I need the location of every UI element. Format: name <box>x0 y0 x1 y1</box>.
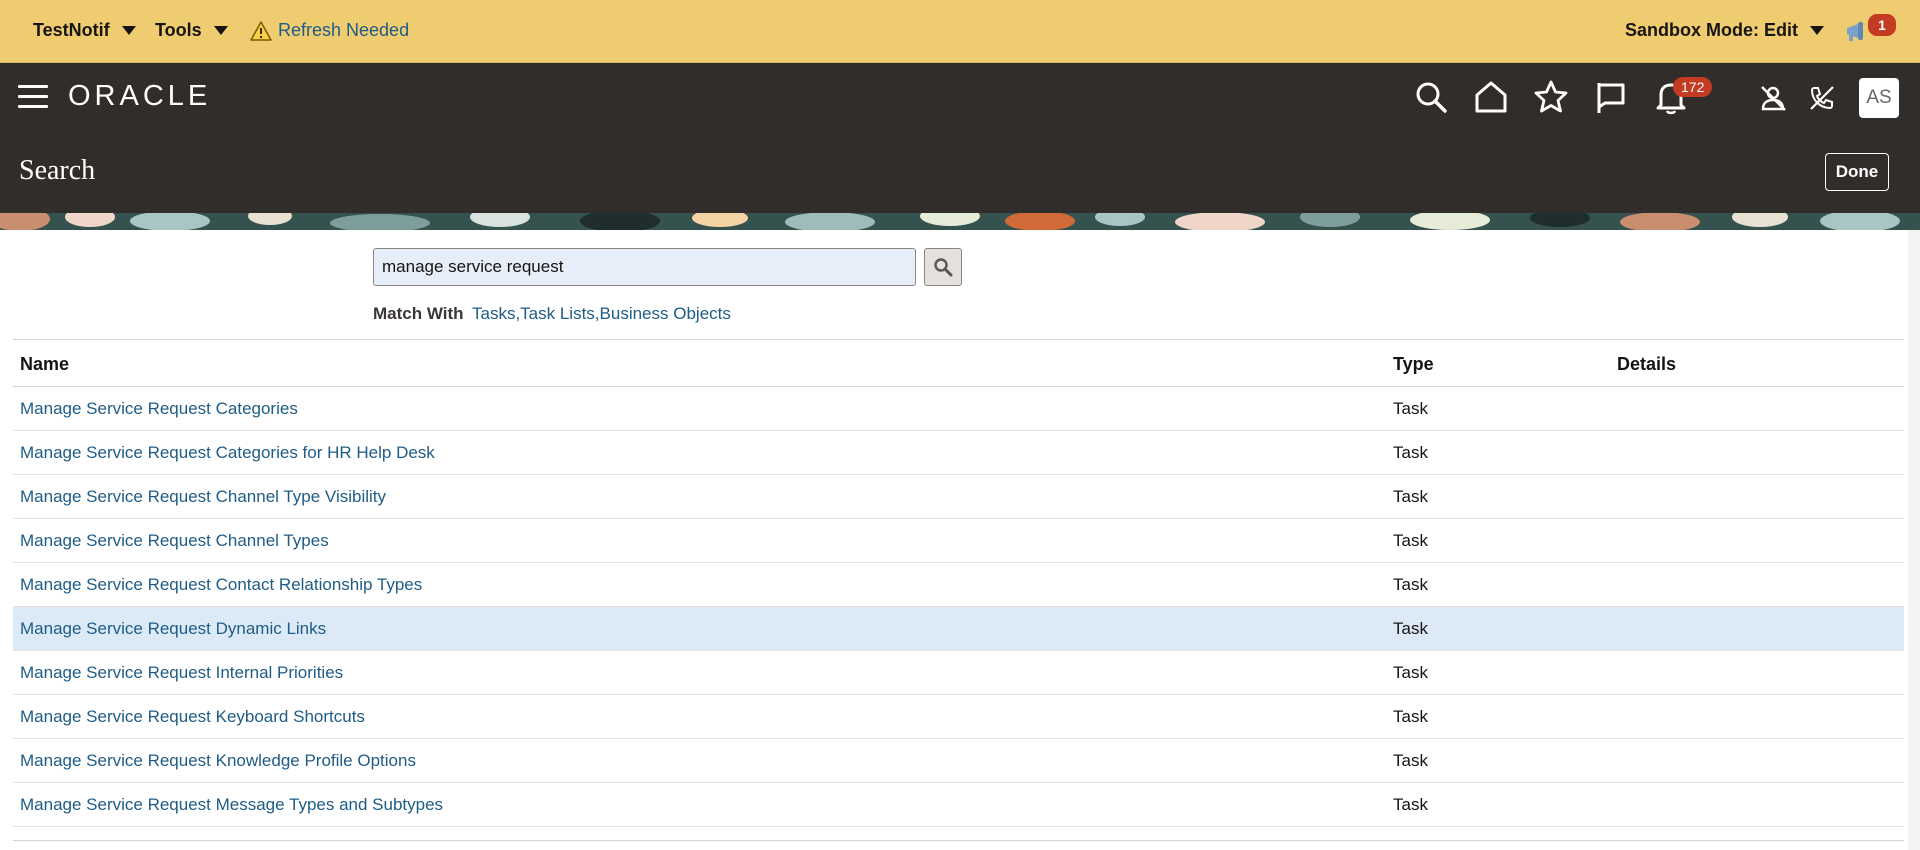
task-link[interactable]: Manage Service Request Categories <box>20 399 298 419</box>
match-with-label: Match With <box>373 304 464 323</box>
task-link[interactable]: Manage Service Request Dynamic Links <box>20 619 326 639</box>
task-link[interactable]: Manage Service Request Internal Prioriti… <box>20 663 343 683</box>
refresh-needed-label: Refresh Needed <box>278 20 410 40</box>
table-header: Name Type Details <box>13 340 1904 387</box>
search-input[interactable] <box>373 248 916 286</box>
user-avatar[interactable]: AS <box>1859 78 1899 118</box>
notification-count-badge: 172 <box>1673 77 1713 97</box>
favorites-star-icon[interactable] <box>1533 79 1569 115</box>
done-button[interactable]: Done <box>1825 153 1889 191</box>
chevron-down-icon <box>121 26 136 35</box>
chevron-down-icon <box>213 26 228 35</box>
match-with-link[interactable]: Tasks,Task Lists,Business Objects <box>472 304 731 324</box>
type-cell: Task <box>1393 707 1428 726</box>
menu-icon[interactable] <box>18 85 48 109</box>
type-cell: Task <box>1393 443 1428 462</box>
tools-menu-label: Tools <box>155 20 202 40</box>
warning-icon <box>250 20 272 41</box>
table-row[interactable]: Manage Service Request Message Types and… <box>13 783 1904 827</box>
task-link[interactable]: Manage Service Request Knowledge Profile… <box>20 751 416 771</box>
type-cell: Task <box>1393 531 1428 550</box>
table-row[interactable]: Manage Service Request Categories for HR… <box>13 431 1904 475</box>
global-header: ORACLE 172 AS Search Done <box>0 63 1920 213</box>
column-header-details[interactable]: Details <box>1617 354 1676 375</box>
table-row[interactable]: Manage Service Request Keyboard Shortcut… <box>13 695 1904 739</box>
column-header-type[interactable]: Type <box>1393 354 1434 375</box>
search-button[interactable] <box>924 248 962 286</box>
table-row[interactable]: Manage Service Request Internal Prioriti… <box>13 651 1904 695</box>
type-cell: Task <box>1393 795 1428 814</box>
table-row[interactable]: Manage Service Request Categories Task <box>13 387 1904 431</box>
table-row-selected[interactable]: Manage Service Request Dynamic Links Tas… <box>13 607 1904 651</box>
no-phone-icon[interactable] <box>1808 84 1836 112</box>
table-row[interactable]: Manage Service Request Channel Type Visi… <box>13 475 1904 519</box>
search-icon[interactable] <box>1413 79 1449 115</box>
task-link[interactable]: Manage Service Request Keyboard Shortcut… <box>20 707 365 727</box>
task-link[interactable]: Manage Service Request Contact Relations… <box>20 575 422 595</box>
table-row[interactable]: Manage Service Request Channel Types Tas… <box>13 519 1904 563</box>
tools-menu[interactable]: Tools <box>155 20 228 41</box>
type-cell: Task <box>1393 575 1428 594</box>
sandbox-mode-label: Sandbox Mode: Edit <box>1625 20 1798 40</box>
column-header-name[interactable]: Name <box>20 354 69 375</box>
decorative-banner <box>0 213 1920 230</box>
table-bottom-divider <box>13 840 1904 841</box>
chevron-down-icon <box>1810 26 1824 35</box>
announcement-count-badge: 1 <box>1866 12 1898 38</box>
oracle-logo[interactable]: ORACLE <box>68 80 211 113</box>
home-icon[interactable] <box>1473 79 1509 115</box>
task-link[interactable]: Manage Service Request Categories for HR… <box>20 443 435 463</box>
type-cell: Task <box>1393 751 1428 770</box>
type-cell: Task <box>1393 663 1428 682</box>
page-title: Search <box>19 155 96 186</box>
sandbox-bar: TestNotif Tools Refresh Needed Sandbox M… <box>0 0 1920 63</box>
task-link[interactable]: Manage Service Request Channel Types <box>20 531 329 551</box>
type-cell: Task <box>1393 399 1428 418</box>
type-cell: Task <box>1393 619 1428 638</box>
task-link[interactable]: Manage Service Request Channel Type Visi… <box>20 487 386 507</box>
refresh-needed-link[interactable]: Refresh Needed <box>250 20 409 41</box>
flag-icon[interactable] <box>1593 79 1629 115</box>
no-user-icon[interactable] <box>1758 83 1788 113</box>
testnotif-menu[interactable]: TestNotif <box>33 20 136 41</box>
task-link[interactable]: Manage Service Request Message Types and… <box>20 795 443 815</box>
vertical-scrollbar[interactable] <box>1908 230 1920 850</box>
search-icon <box>934 258 953 277</box>
table-row[interactable]: Manage Service Request Knowledge Profile… <box>13 739 1904 783</box>
testnotif-menu-label: TestNotif <box>33 20 110 40</box>
sandbox-mode-menu[interactable]: Sandbox Mode: Edit <box>1625 20 1824 41</box>
table-row[interactable]: Manage Service Request Contact Relations… <box>13 563 1904 607</box>
type-cell: Task <box>1393 487 1428 506</box>
